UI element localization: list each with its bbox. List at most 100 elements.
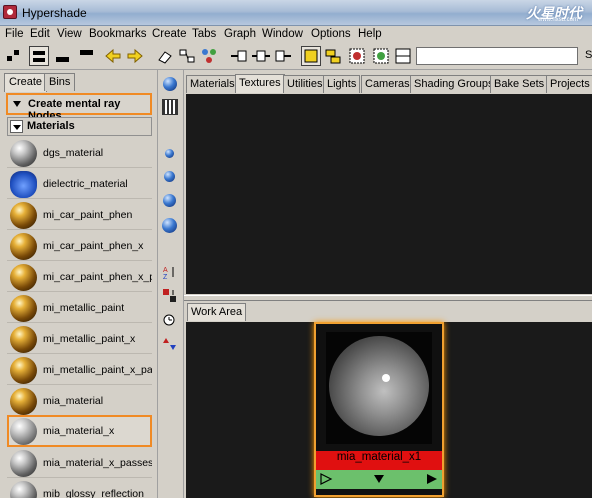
tab-cameras[interactable]: Cameras: [361, 75, 414, 93]
material-item[interactable]: mi_metallic_paint_x: [7, 323, 152, 354]
material-item[interactable]: mi_car_paint_phen_x_pa: [7, 261, 152, 292]
material-item[interactable]: mia_material_x_passes: [7, 447, 152, 478]
view-bottom-icon[interactable]: [53, 46, 73, 66]
chevron-down-icon: [13, 101, 21, 107]
tab-shading-groups[interactable]: Shading Groups: [410, 75, 498, 93]
toolbar: S: [0, 44, 592, 70]
material-label: mi_car_paint_phen: [43, 209, 133, 221]
eraser-icon[interactable]: [155, 46, 175, 66]
sort-by-time-icon[interactable]: [163, 313, 177, 327]
menu-bar: File Edit View Bookmarks Create Tabs Gra…: [0, 26, 592, 44]
menu-window[interactable]: Window: [262, 28, 303, 40]
material-item[interactable]: dielectric_material: [7, 168, 152, 199]
node-control-bar: [316, 470, 442, 489]
input-output-connections-icon[interactable]: [251, 46, 271, 66]
sort-by-name-icon[interactable]: AZ: [163, 265, 177, 281]
work-area-canvas[interactable]: mia_material_x1: [186, 322, 592, 498]
create-node-dropdown[interactable]: Create mental ray Nodes: [6, 93, 152, 122]
material-label: dielectric_material: [43, 178, 128, 190]
gold-sphere-icon: [10, 233, 37, 260]
title-bar: Hypershade 火星时代 www.hxsd.com: [0, 0, 592, 26]
output-port-icon[interactable]: [425, 472, 439, 486]
view-top-icon[interactable]: [77, 46, 97, 66]
render-node-icon[interactable]: [347, 46, 367, 66]
material-label: mia_material_x_passes: [43, 457, 152, 469]
swatch-small-icon[interactable]: [323, 46, 343, 66]
material-item-selected[interactable]: mia_material_x: [7, 415, 152, 447]
material-label: mi_metallic_paint_x: [43, 333, 136, 345]
small-icon-size[interactable]: [165, 149, 174, 158]
menu-options[interactable]: Options: [311, 28, 351, 40]
node-name-bar: mia_material_x1: [316, 451, 442, 470]
material-item[interactable]: mi_car_paint_phen: [7, 199, 152, 230]
menu-edit[interactable]: Edit: [30, 28, 50, 40]
material-item[interactable]: mia_material: [7, 385, 152, 416]
shader-node[interactable]: mia_material_x1: [314, 322, 444, 497]
material-item[interactable]: mi_metallic_paint_x_pass: [7, 354, 152, 385]
xlarge-icon-size[interactable]: [162, 218, 177, 233]
menu-create[interactable]: Create: [152, 28, 187, 40]
tab-projects[interactable]: Projects: [546, 75, 592, 93]
sort-by-type-icon[interactable]: [163, 289, 177, 303]
shader-network-icon[interactable]: [199, 46, 219, 66]
material-label: mi_car_paint_phen_x_pa: [43, 271, 152, 283]
graph-network-icon[interactable]: [177, 46, 197, 66]
node-swatch: [326, 332, 432, 444]
material-label: mi_car_paint_phen_x: [43, 240, 144, 252]
tab-utilities[interactable]: Utilities: [283, 75, 327, 93]
expand-attributes-icon[interactable]: [372, 472, 386, 486]
texture-browser-area[interactable]: [186, 94, 592, 294]
tab-lights[interactable]: Lights: [323, 75, 361, 93]
materials-section-label: Materials: [27, 120, 75, 132]
gray-sphere-icon: [10, 481, 37, 498]
graph-layout-icon[interactable]: [3, 46, 23, 66]
material-label: mi_metallic_paint: [43, 302, 125, 314]
input-port-icon[interactable]: [319, 472, 333, 486]
tab-bins[interactable]: Bins: [44, 73, 76, 91]
specular-highlight: [382, 374, 390, 382]
clear-graph-icon[interactable]: [393, 46, 413, 66]
tab-work-area[interactable]: Work Area: [187, 303, 247, 321]
sphere-view-icon[interactable]: [163, 77, 177, 91]
large-icon-size[interactable]: [163, 194, 176, 207]
material-item[interactable]: mib_glossy_reflection: [7, 478, 152, 498]
watermark-url: www.hxsd.com: [537, 17, 578, 23]
reverse-sort-icon[interactable]: [163, 337, 177, 351]
material-preview-sphere: [329, 336, 429, 436]
browser-tab-row: Materials Textures Utilities Lights Came…: [184, 74, 592, 93]
medium-icon-size[interactable]: [164, 171, 175, 182]
render-swatch-icon[interactable]: [371, 46, 391, 66]
tab-textures[interactable]: Textures: [235, 74, 285, 93]
search-input[interactable]: [416, 47, 578, 65]
window-title: Hypershade: [22, 6, 87, 20]
gray-sphere-icon: [10, 140, 37, 167]
input-connections-icon[interactable]: [229, 46, 249, 66]
menu-tabs[interactable]: Tabs: [192, 28, 216, 40]
collapse-toggle-icon[interactable]: [10, 120, 23, 133]
material-item[interactable]: dgs_material: [7, 137, 152, 168]
toolbar-trailing-label: S: [585, 49, 592, 61]
swatch-toggle-icon[interactable]: [301, 46, 321, 66]
menu-help[interactable]: Help: [358, 28, 382, 40]
menu-graph[interactable]: Graph: [224, 28, 256, 40]
materials-section-header[interactable]: Materials: [7, 117, 152, 136]
gold-sphere-icon: [10, 264, 37, 291]
tab-create[interactable]: Create: [4, 73, 48, 92]
material-item[interactable]: mi_metallic_paint: [7, 292, 152, 323]
output-connections-icon[interactable]: [273, 46, 293, 66]
dielectric-icon: [10, 171, 37, 198]
checker-sphere-icon: [10, 418, 37, 445]
material-label: mia_material_x: [43, 425, 115, 437]
view-both-icon[interactable]: [29, 46, 49, 66]
arrow-left-icon[interactable]: [103, 46, 123, 66]
tab-bake-sets[interactable]: Bake Sets: [490, 75, 549, 93]
material-item[interactable]: mi_car_paint_phen_x: [7, 230, 152, 261]
materials-list: dgs_material dielectric_material mi_car_…: [7, 137, 152, 498]
grid-view-icon[interactable]: [162, 99, 178, 115]
menu-bookmarks[interactable]: Bookmarks: [89, 28, 147, 40]
menu-view[interactable]: View: [57, 28, 82, 40]
arrow-right-icon[interactable]: [125, 46, 145, 66]
tab-materials[interactable]: Materials: [186, 75, 239, 93]
node-name: mia_material_x1: [336, 451, 422, 463]
menu-file[interactable]: File: [5, 28, 24, 40]
